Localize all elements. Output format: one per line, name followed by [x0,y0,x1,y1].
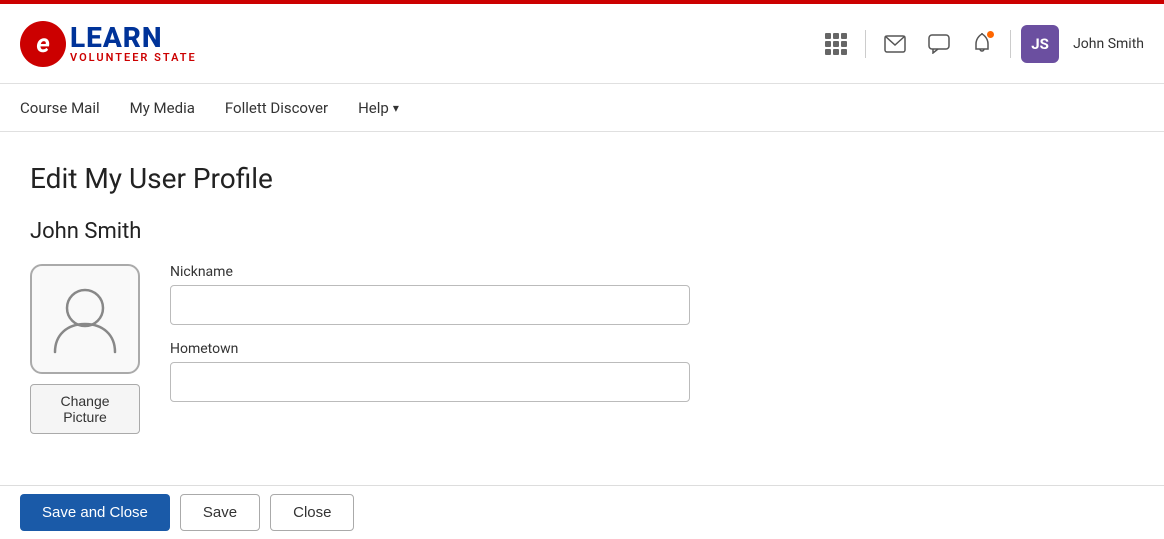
user-full-name: John Smith [30,219,1134,244]
logo-e-circle: e [20,21,66,67]
form-section: Nickname Hometown [170,264,690,418]
change-picture-button[interactable]: Change Picture [30,384,140,434]
close-button[interactable]: Close [270,494,354,531]
logo-text: LEARN VOLUNTEER STATE [70,24,197,63]
header: e LEARN VOLUNTEER STATE [0,4,1164,84]
save-and-close-button[interactable]: Save and Close [20,494,170,531]
main-nav: Course Mail My Media Follett Discover He… [0,84,1164,132]
nickname-label: Nickname [170,264,690,280]
nickname-input[interactable] [170,285,690,325]
hometown-input[interactable] [170,362,690,402]
save-button[interactable]: Save [180,494,260,531]
notification-dot [986,30,995,39]
bottom-bar: Save and Close Save Close [0,485,1164,539]
page-title: Edit My User Profile [30,162,1134,195]
main-content: Edit My User Profile John Smith Change P… [0,132,1164,514]
logo-subtitle-text: VOLUNTEER STATE [70,52,197,63]
divider-2 [1010,30,1011,58]
hometown-label: Hometown [170,341,690,357]
chevron-down-icon: ▾ [393,101,399,115]
nickname-field: Nickname [170,264,690,325]
divider-1 [865,30,866,58]
header-right: JS John Smith [817,25,1144,63]
header-user-name: John Smith [1073,36,1144,52]
nav-course-mail[interactable]: Course Mail [20,95,100,121]
avatar-section: Change Picture [30,264,140,434]
mail-button[interactable] [876,27,914,61]
logo: e LEARN VOLUNTEER STATE [20,21,197,67]
nav-follett-discover[interactable]: Follett Discover [225,95,328,121]
mail-icon [884,35,906,53]
apps-button[interactable] [817,25,855,63]
profile-avatar-box [30,264,140,374]
user-avatar-icon [50,282,120,357]
nav-my-media[interactable]: My Media [130,95,195,121]
profile-section: Change Picture Nickname Hometown [30,264,1134,434]
avatar: JS [1021,25,1059,63]
notifications-button[interactable] [964,25,1000,63]
logo-learn-text: LEARN [70,24,197,52]
hometown-field: Hometown [170,341,690,402]
chat-button[interactable] [920,26,958,62]
chat-icon [928,34,950,54]
apps-grid-icon [825,33,847,55]
nav-help[interactable]: Help ▾ [358,95,399,121]
